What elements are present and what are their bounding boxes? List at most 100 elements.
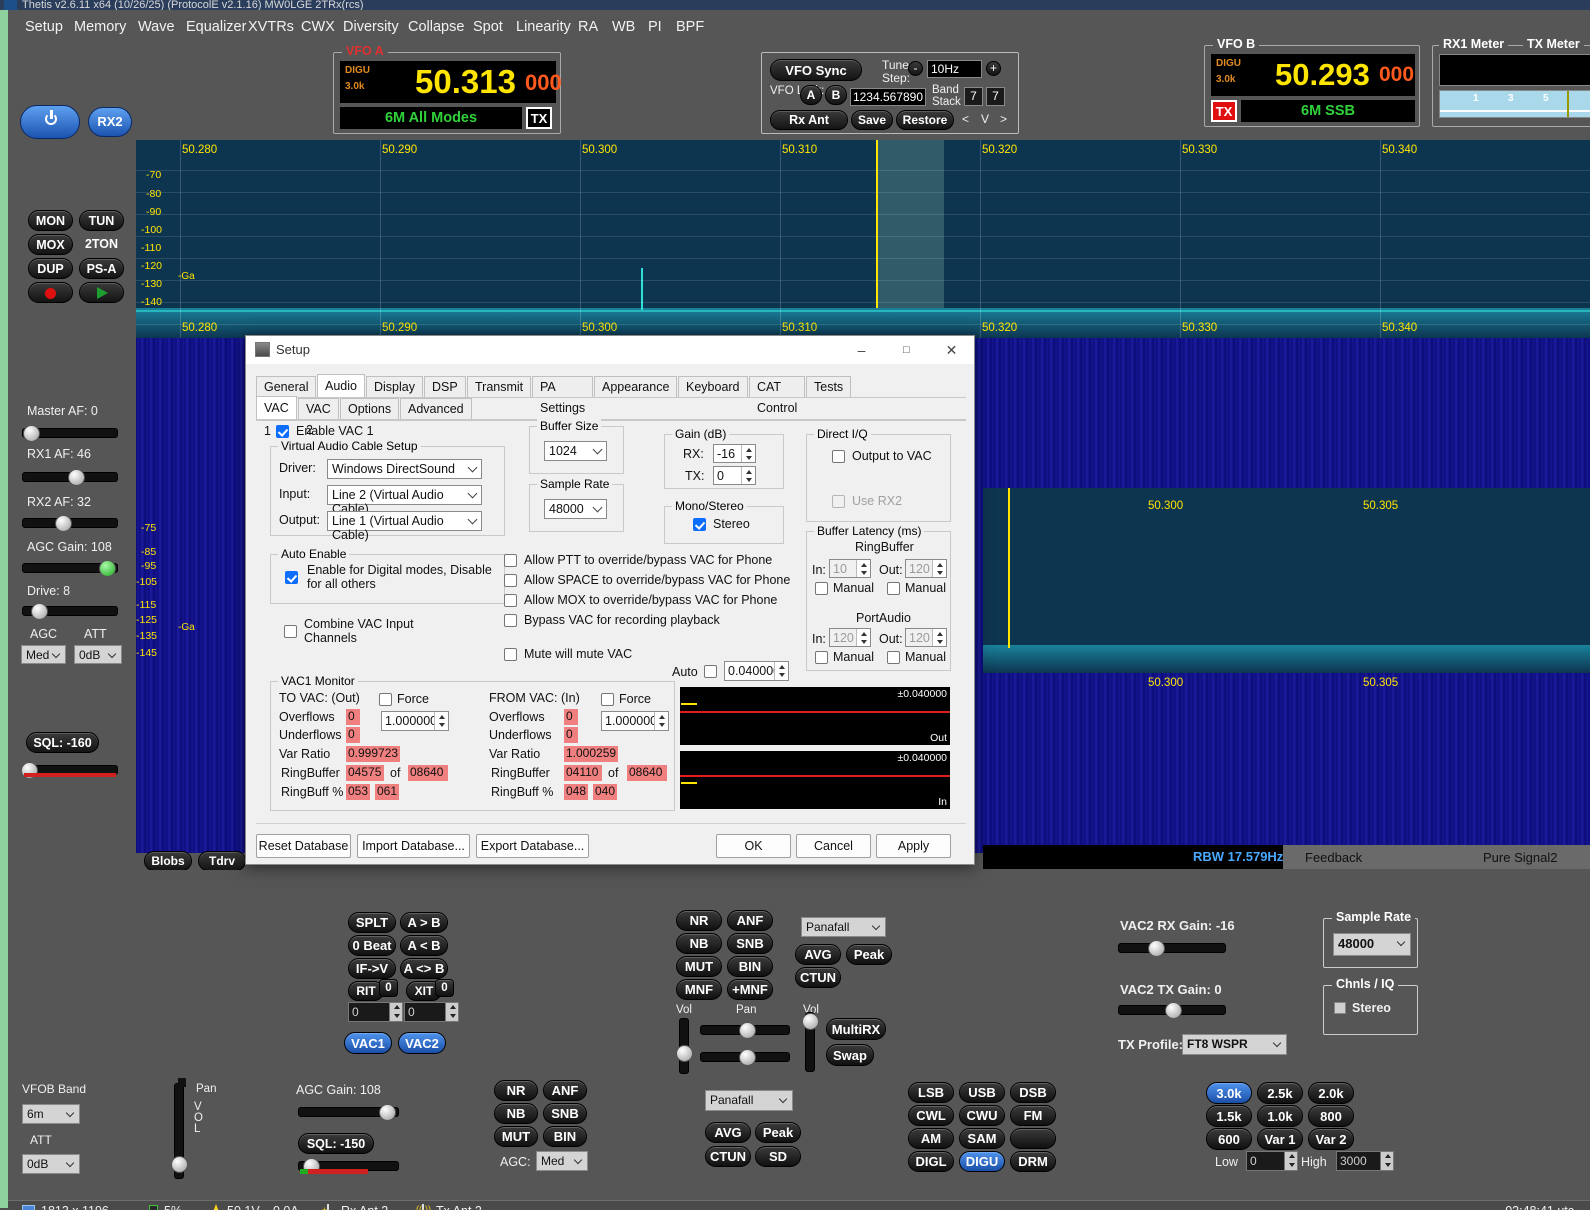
vfo-lock-a-button[interactable]: A xyxy=(800,85,822,105)
vfo-a-band[interactable]: 6M All Modes xyxy=(340,107,522,129)
resolution-status[interactable]: 1813 x 1196 xyxy=(41,1204,109,1210)
rx2-button[interactable]: RX2 xyxy=(88,107,132,137)
mode-cwl-button[interactable]: CWL xyxy=(908,1105,954,1126)
mode-drm-button[interactable]: DRM xyxy=(1010,1151,1056,1172)
gain-tx-stepper[interactable]: 0 xyxy=(713,466,756,485)
rx2-af-slider[interactable] xyxy=(22,515,118,532)
master-af-slider[interactable] xyxy=(22,425,118,442)
ring-in-up-icon[interactable] xyxy=(856,560,870,569)
low-up-icon[interactable] xyxy=(1284,1152,1297,1161)
gain-rx-up-icon[interactable] xyxy=(741,445,755,454)
vol-knob-1[interactable] xyxy=(676,1045,693,1062)
menu-ra[interactable]: RA xyxy=(578,15,598,39)
vfo-b-tx-indicator[interactable]: TX xyxy=(1211,100,1237,122)
filter-3k-button[interactable]: 3.0k xyxy=(1206,1082,1252,1104)
port-out-down-icon[interactable] xyxy=(932,637,946,646)
allow-space-checkbox[interactable] xyxy=(504,574,517,587)
menu-pi[interactable]: PI xyxy=(648,15,662,39)
ring-in-manual-checkbox[interactable] xyxy=(815,582,828,595)
agc-gain2-knob[interactable] xyxy=(379,1104,396,1121)
close-button[interactable]: ✕ xyxy=(929,336,974,364)
apply-button[interactable]: Apply xyxy=(876,834,951,858)
port-in-manual-checkbox[interactable] xyxy=(815,651,828,664)
rit-badge[interactable]: 0 xyxy=(379,979,398,997)
peak-button-1[interactable]: Peak xyxy=(846,944,892,965)
subtab-vac-2[interactable]: VAC 2 xyxy=(298,398,339,437)
filter-2-5k-button[interactable]: 2.5k xyxy=(1257,1082,1303,1104)
vac2-tx-gain-knob[interactable] xyxy=(1165,1002,1182,1019)
ps-a-button[interactable]: PS-A xyxy=(79,258,124,279)
agc-mode-select[interactable]: Med xyxy=(21,645,66,664)
mute-vac-checkbox[interactable] xyxy=(504,648,517,661)
combine-vac-checkbox[interactable] xyxy=(284,625,297,638)
drive-slider[interactable] xyxy=(22,603,118,620)
menu-diversity[interactable]: Diversity xyxy=(343,15,399,39)
vfo-sync-frequency-field[interactable]: 1234.567890 xyxy=(850,88,926,106)
mut-button-rx2[interactable]: MUT xyxy=(494,1126,538,1147)
rx1-af-knob[interactable] xyxy=(68,469,85,486)
menu-setup[interactable]: Setup xyxy=(25,15,63,39)
vol-slider-2[interactable] xyxy=(802,1012,819,1072)
rx-ant-status[interactable]: Rx Ant 2 xyxy=(341,1204,388,1210)
out-force-checkbox[interactable] xyxy=(379,693,392,706)
vfo-lock-b-button[interactable]: B xyxy=(825,85,847,105)
restore-button[interactable]: Restore xyxy=(896,110,954,130)
sd-button[interactable]: SD xyxy=(755,1146,801,1167)
blobs-button[interactable]: Blobs xyxy=(144,851,192,871)
agc-gain-slider[interactable] xyxy=(22,560,118,577)
out-force-down-icon[interactable] xyxy=(434,721,448,730)
maximize-button[interactable]: □ xyxy=(884,336,929,364)
att-mode-select[interactable]: 0dB xyxy=(74,645,122,664)
sql-button[interactable]: SQL: -160 xyxy=(26,732,99,753)
port-out-manual-checkbox[interactable] xyxy=(887,651,900,664)
tun-button[interactable]: TUN xyxy=(79,210,124,231)
menu-wave[interactable]: Wave xyxy=(138,15,175,39)
stereo-checkbox[interactable] xyxy=(693,518,706,531)
vol-knob-2[interactable] xyxy=(802,1013,819,1030)
bypass-vac-checkbox[interactable] xyxy=(504,614,517,627)
mode-fm-button[interactable]: FM xyxy=(1010,1105,1056,1126)
plus-mnf-button-rx1[interactable]: +MNF xyxy=(727,979,773,1000)
setup-dialog[interactable]: Setup – □ ✕ General Audio Display DSP Transm… xyxy=(245,335,975,865)
high-down-icon[interactable] xyxy=(1380,1161,1393,1170)
display-mode-select-1[interactable]: Panafall xyxy=(801,917,886,937)
chnls-stereo-checkbox[interactable] xyxy=(1334,1002,1346,1014)
sample-rate-select-bottom[interactable]: 48000 xyxy=(1333,933,1411,956)
sample-rate-select[interactable]: 48000 xyxy=(544,499,607,519)
avg-button-1[interactable]: AVG xyxy=(795,944,841,965)
rit-value-stepper[interactable]: 0 xyxy=(348,1002,403,1022)
swap-button[interactable]: Swap xyxy=(826,1044,874,1066)
tab-dsp[interactable]: DSP xyxy=(424,376,466,398)
auto-down-icon[interactable] xyxy=(774,671,788,680)
gain-tx-up-icon[interactable] xyxy=(741,467,755,476)
a-less-b-button[interactable]: A < B xyxy=(400,935,448,956)
ctun-button-1[interactable]: CTUN xyxy=(795,967,841,988)
nr-button-rx2[interactable]: NR xyxy=(494,1080,538,1101)
xit-value-stepper[interactable]: 0 xyxy=(404,1002,459,1022)
agc2-select[interactable]: Med xyxy=(536,1151,588,1171)
filter-low-stepper[interactable]: 0 xyxy=(1246,1151,1298,1171)
in-force-checkbox[interactable] xyxy=(601,693,614,706)
input-select[interactable]: Line 2 (Virtual Audio Cable) xyxy=(327,485,482,516)
record-button[interactable] xyxy=(28,282,73,303)
panadapter-lower[interactable] xyxy=(983,488,1590,673)
port-out-up-icon[interactable] xyxy=(932,629,946,638)
menu-collapse[interactable]: Collapse xyxy=(408,15,464,39)
in-force-stepper[interactable]: 1.000000 xyxy=(601,711,669,731)
agc-gain2-slider[interactable] xyxy=(298,1104,399,1121)
gain-tx-down-icon[interactable] xyxy=(741,475,755,484)
multirx-button[interactable]: MultiRX xyxy=(826,1018,886,1040)
import-database-button[interactable]: Import Database... xyxy=(357,834,470,858)
vfo-b-band[interactable]: 6M SSB xyxy=(1241,100,1415,122)
a-to-b-button[interactable]: A > B xyxy=(400,912,448,933)
if-to-v-button[interactable]: IF->V xyxy=(348,958,396,979)
pan-knob-2[interactable] xyxy=(739,1049,756,1066)
a-swap-b-button[interactable]: A <> B xyxy=(400,958,448,979)
power-button[interactable] xyxy=(20,105,80,139)
auto-enable-checkbox[interactable] xyxy=(285,571,298,584)
vac1-button[interactable]: VAC1 xyxy=(344,1032,392,1054)
port-in-down-icon[interactable] xyxy=(856,637,870,646)
ok-button[interactable]: OK xyxy=(716,834,791,858)
mode-blank-button[interactable] xyxy=(1010,1128,1056,1149)
out-force-up-icon[interactable] xyxy=(434,712,448,721)
